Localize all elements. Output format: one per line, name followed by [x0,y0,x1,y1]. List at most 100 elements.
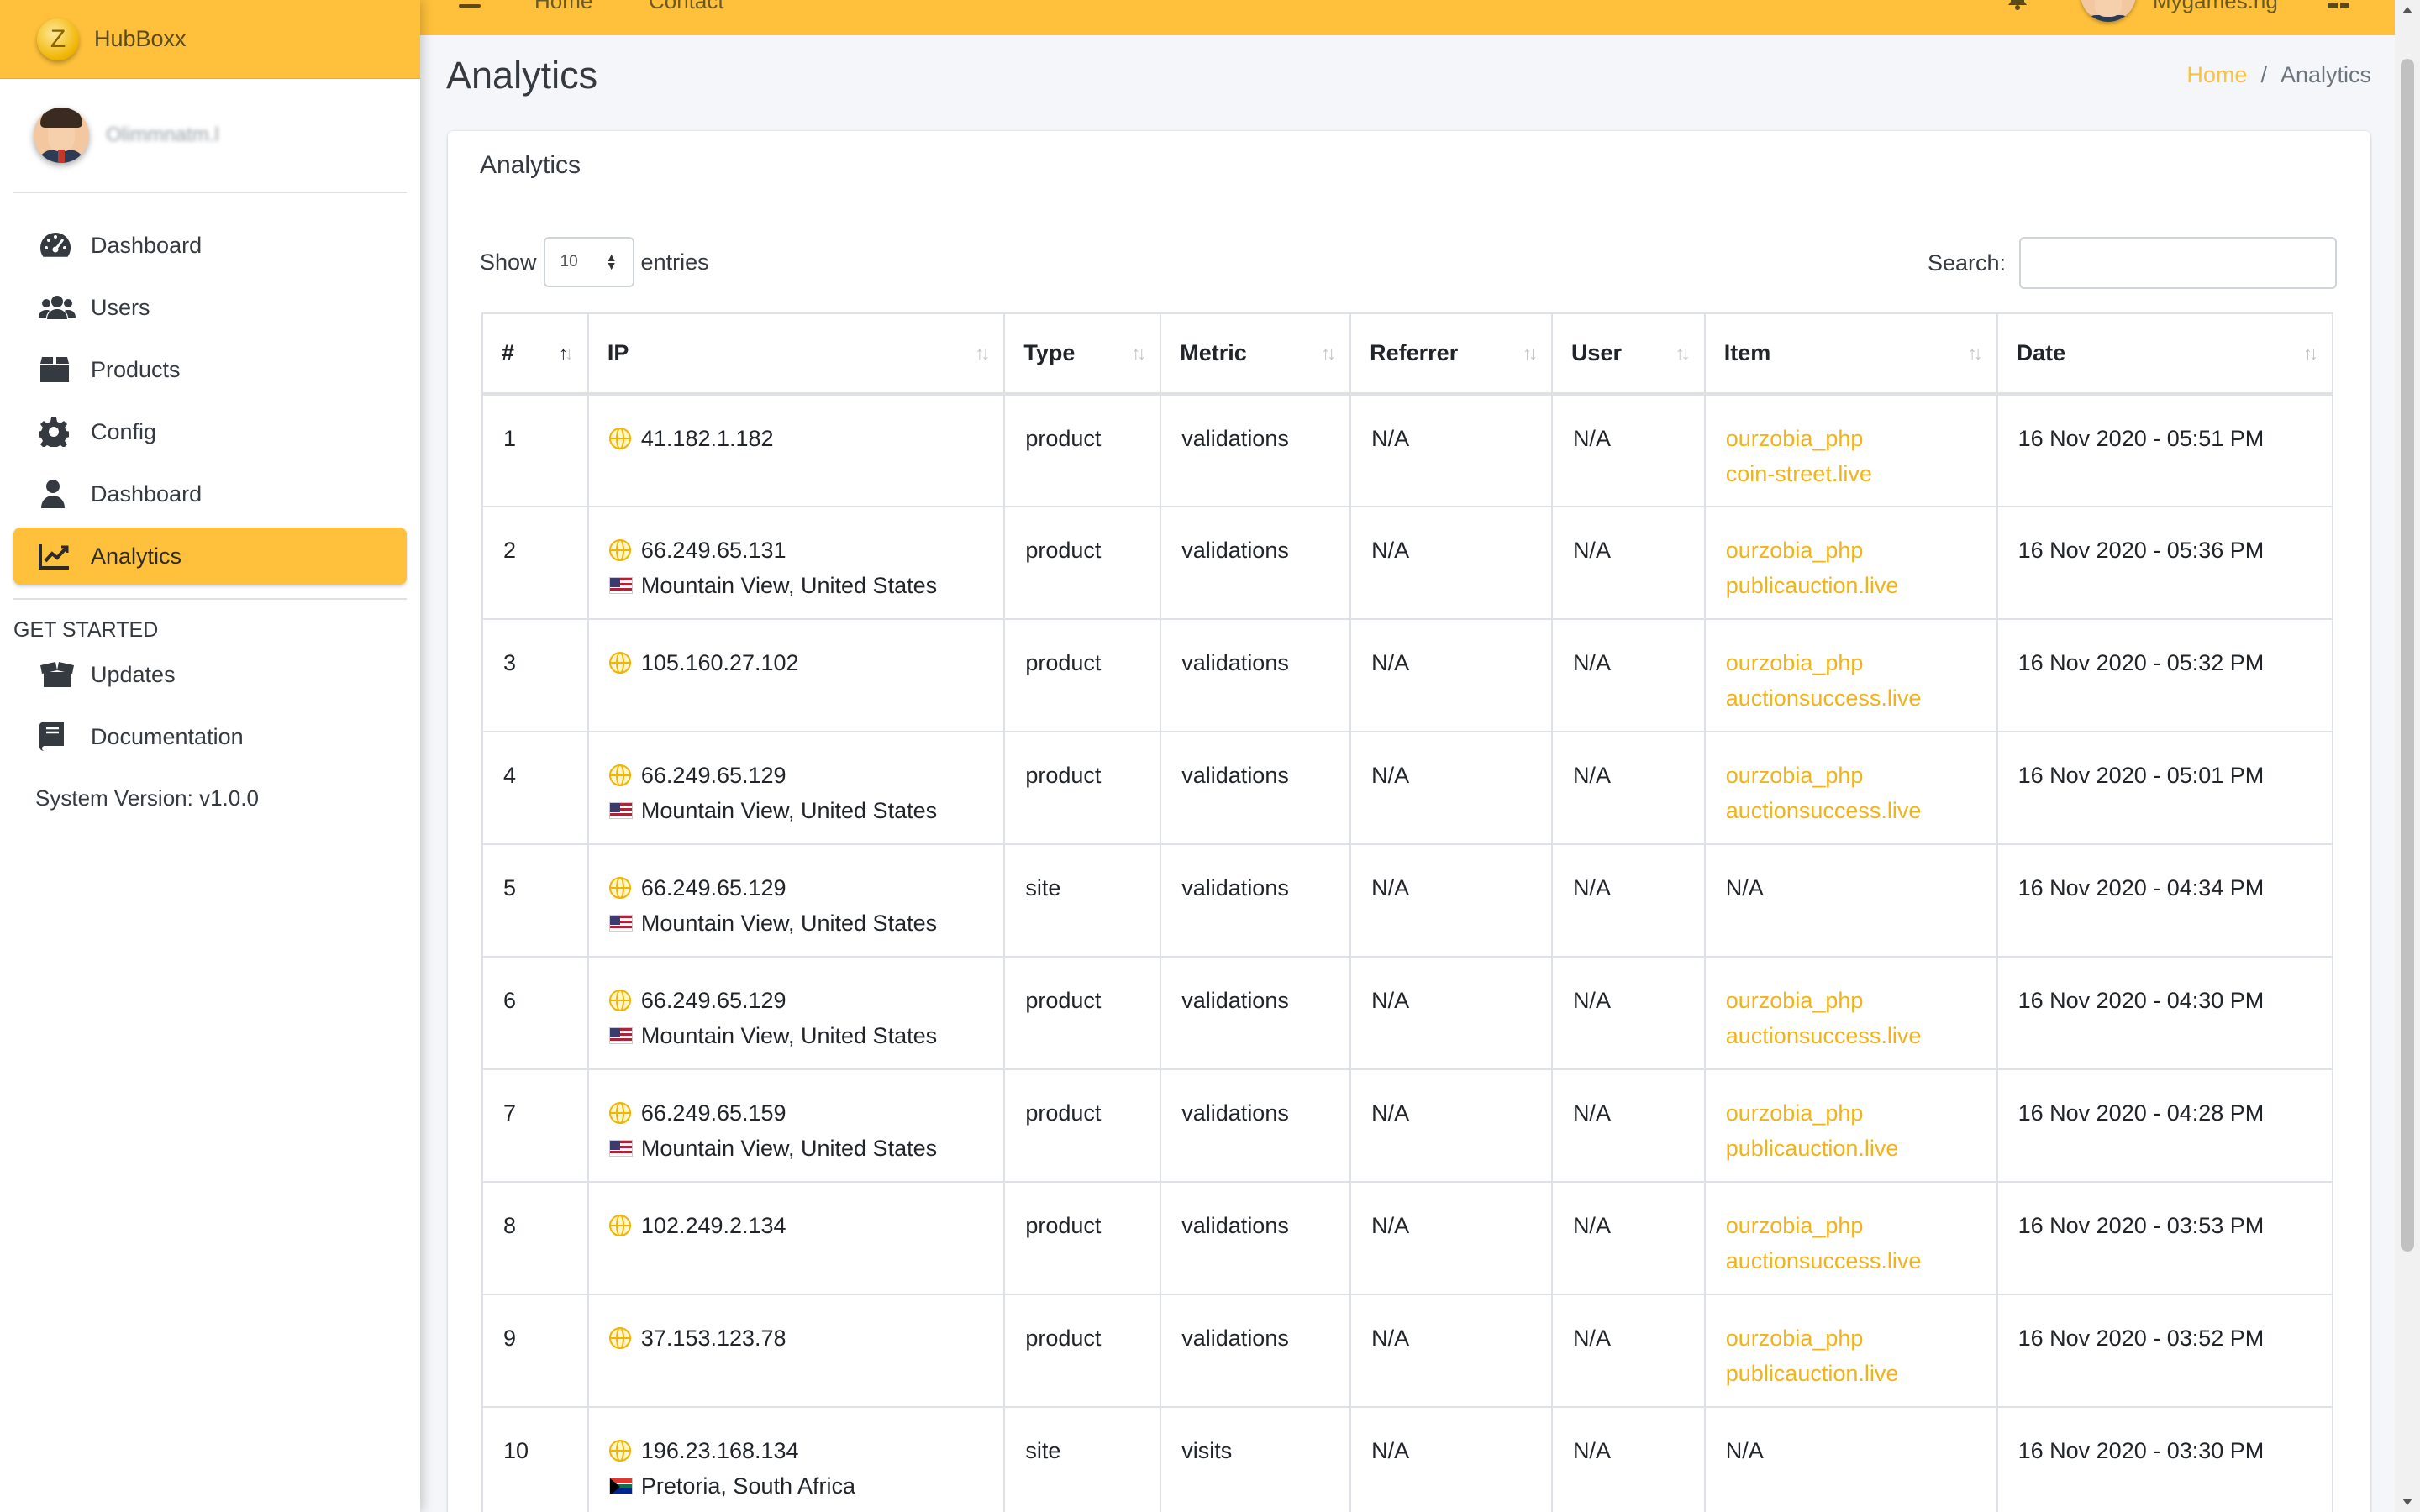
cell-number: 4 [481,731,589,845]
scroll-up-arrow-icon[interactable] [2402,7,2412,13]
scroll-down-arrow-icon[interactable] [2402,1499,2412,1505]
user-icon [39,479,76,509]
item-product-link[interactable]: ourzobia_php [1726,421,1978,456]
item-product-link[interactable]: ourzobia_php [1726,645,1978,680]
sidebar-item-users[interactable]: Users [13,279,407,336]
item-product-link[interactable]: ourzobia_php [1726,533,1978,568]
column-header-referrer[interactable]: Referrer ↑↓ [1349,312,1553,396]
cell-item: ourzobia_php auctionsuccess.live [1703,956,1998,1070]
globe-icon [608,764,631,786]
sidebar-item-updates[interactable]: Updates [13,646,407,703]
ip-address: 102.249.2.134 [608,1208,985,1243]
sidebar-item-dashboard[interactable]: Dashboard [13,217,407,274]
cell-ip: 66.249.65.129 Mountain View, United State… [587,956,1006,1070]
sidebar-item-label: Dashboard [91,232,203,258]
top-user-avatar[interactable] [2081,0,2136,22]
cell-referrer: N/A [1349,1181,1553,1295]
cell-user: N/A [1550,843,1706,958]
entries-select[interactable]: 10 ▲ ▼ [543,237,634,287]
sidebar-item-config[interactable]: Config [13,403,407,460]
cell-type: product [1003,731,1162,845]
ip-address: 41.182.1.182 [608,421,985,456]
cell-date: 16 Nov 2020 - 05:51 PM [1996,393,2334,507]
item-domain-link[interactable]: auctionsuccess.live [1726,1243,1978,1278]
cell-user: N/A [1550,618,1706,732]
hamburger-menu-icon[interactable] [459,0,481,12]
cell-type: site [1003,1406,1162,1512]
cell-date: 16 Nov 2020 - 04:28 PM [1996,1068,2334,1183]
item-product-link[interactable]: ourzobia_php [1726,758,1978,793]
top-nav-home-link[interactable]: Home [534,0,592,14]
bell-icon[interactable] [2007,0,2028,10]
top-nav-contact-link[interactable]: Contact [649,0,724,14]
item-domain-link[interactable]: publicauction.live [1726,1356,1978,1391]
chart-line-icon [39,541,76,571]
cell-metric: validations [1160,731,1352,845]
cell-referrer: N/A [1349,506,1553,620]
table-row: 9 37.153.123.78 product validations N/A N/A ou… [481,1294,2334,1408]
cell-ip: 37.153.123.78 [587,1294,1006,1408]
page-scrollbar[interactable] [2395,0,2420,1512]
item-domain-link[interactable]: publicauction.live [1726,568,1978,603]
item-domain-link[interactable]: auctionsuccess.live [1726,793,1978,828]
item-domain-link[interactable]: coin-street.live [1726,456,1978,491]
sidebar-item-label: Updates [91,661,176,687]
nav-header: GET STARTED [13,618,159,642]
user-name[interactable]: Olimmnatm.l [106,123,219,147]
column-header-item[interactable]: Item ↑↓ [1703,312,1998,396]
cell-item: ourzobia_php publicauction.live [1703,1068,1998,1183]
globe-icon [608,1215,631,1236]
show-label: Show [480,249,537,275]
sidebar-item-documentation[interactable]: Documentation [13,708,407,765]
breadcrumb-home-link[interactable]: Home [2186,62,2247,88]
globe-icon [608,1327,631,1349]
cell-metric: validations [1160,956,1352,1070]
apps-grid-icon[interactable] [2328,0,2349,8]
ip-location: Mountain View, United States [608,1131,985,1166]
cell-number: 7 [481,1068,589,1183]
sidebar-item-label: Config [91,418,157,444]
cell-metric: validations [1160,1294,1352,1408]
entries-label: entries [640,249,709,275]
search-label: Search: [1927,249,2006,276]
cell-date: 16 Nov 2020 - 05:36 PM [1996,506,2334,620]
cell-item: ourzobia_php auctionsuccess.live [1703,1181,1998,1295]
cell-referrer: N/A [1349,1068,1553,1183]
search-input[interactable] [2019,237,2337,289]
top-user-name[interactable]: Mygames.ng [2153,0,2278,14]
sort-icon: ↑↓ [975,342,990,364]
cell-ip: 196.23.168.134 Pretoria, South Africa [587,1406,1006,1512]
column-header-ip[interactable]: IP ↑↓ [587,312,1006,396]
item-product-link[interactable]: ourzobia_php [1726,1095,1978,1131]
column-header-type[interactable]: Type ↑↓ [1003,312,1162,396]
sort-icon: ↑↓ [1967,342,1983,364]
column-header-date[interactable]: Date ↑↓ [1996,312,2334,396]
page-title: Analytics [446,54,598,97]
cell-item: ourzobia_php auctionsuccess.live [1703,731,1998,845]
scrollbar-thumb[interactable] [2401,59,2414,1252]
cell-type: product [1003,956,1162,1070]
cell-number: 2 [481,506,589,620]
globe-icon [608,652,631,674]
sidebar-item-analytics[interactable]: Analytics [13,528,407,585]
item-domain-link[interactable]: publicauction.live [1726,1131,1978,1166]
cell-referrer: N/A [1349,843,1553,958]
sidebar-item-dashboard-user[interactable]: Dashboard [13,465,407,522]
ip-address: 66.249.65.129 [608,870,985,906]
globe-icon [608,990,631,1011]
item-domain-link[interactable]: auctionsuccess.live [1726,680,1978,716]
brand-link[interactable]: Z HubBoxx [0,0,420,79]
item-product-link[interactable]: ourzobia_php [1726,1208,1978,1243]
column-header-user[interactable]: User ↑↓ [1550,312,1706,396]
sidebar-item-products[interactable]: Products [13,341,407,398]
column-header-metric[interactable]: Metric ↑↓ [1160,312,1352,396]
item-product-link[interactable]: ourzobia_php [1726,983,1978,1018]
globe-icon [608,877,631,899]
item-product-link[interactable]: ourzobia_php [1726,1320,1978,1356]
avatar[interactable] [34,108,89,163]
ip-address: 66.249.65.129 [608,758,985,793]
cell-item: ourzobia_php auctionsuccess.live [1703,618,1998,732]
column-header-number[interactable]: # ↑↓ [481,312,589,396]
item-domain-link[interactable]: auctionsuccess.live [1726,1018,1978,1053]
cell-date: 16 Nov 2020 - 03:30 PM [1996,1406,2334,1512]
